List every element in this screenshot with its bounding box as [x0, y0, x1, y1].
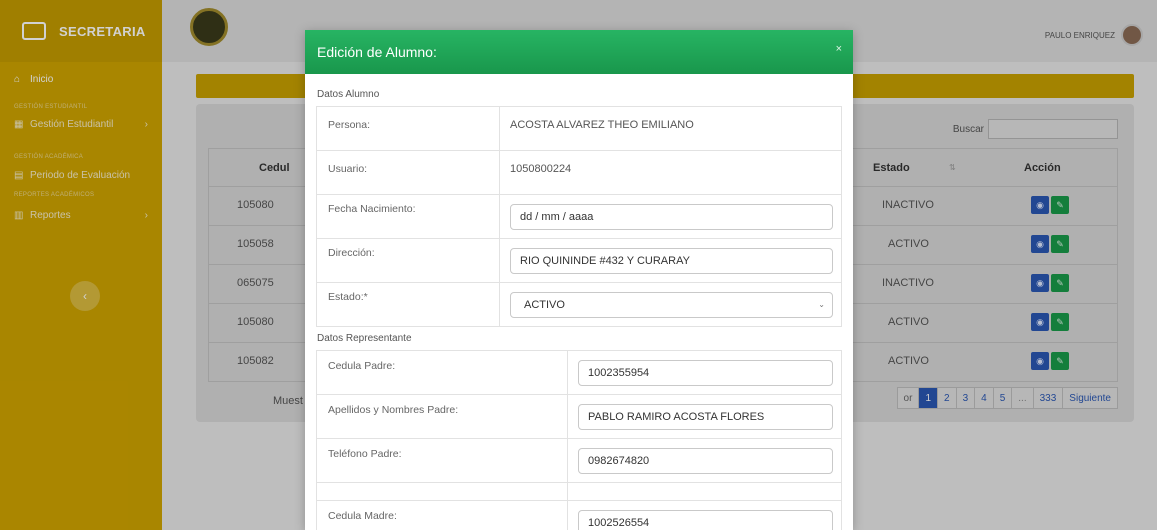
- father-phone-input[interactable]: 0982674820: [578, 448, 833, 474]
- persona-label: Persona:: [328, 119, 371, 131]
- field-row-telefono-padre: Teléfono Padre: 0982674820: [317, 439, 841, 483]
- field-row-fecha: Fecha Nacimiento: dd / mm / aaaa: [317, 195, 841, 239]
- field-row-persona: Persona: ACOSTA ALVAREZ THEO EMILIANO: [317, 107, 841, 151]
- field-row-spacer: [317, 483, 841, 501]
- field-row-cedula-madre: Cedula Madre: 1002526554: [317, 501, 841, 530]
- usuario-value: 1050800224: [510, 163, 572, 175]
- edit-student-modal: Edición de Alumno: × Datos Alumno Person…: [305, 30, 853, 530]
- field-row-cedula-padre: Cedula Padre: 1002355954: [317, 351, 841, 395]
- estado-label: Estado:*: [328, 291, 368, 303]
- field-row-nombres-padre: Apellidos y Nombres Padre: PABLO RAMIRO …: [317, 395, 841, 439]
- field-row-usuario: Usuario: 1050800224: [317, 151, 841, 195]
- representante-fields: Cedula Padre: 1002355954 Apellidos y Nom…: [316, 351, 842, 530]
- birthdate-input[interactable]: dd / mm / aaaa: [510, 204, 833, 230]
- section-title-alumno: Datos Alumno: [316, 83, 842, 107]
- address-value: RIO QUININDE #432 Y CURARAY: [520, 255, 690, 267]
- field-row-estado: Estado:* ACTIVO ⌄: [317, 283, 841, 327]
- usuario-label: Usuario:: [328, 163, 368, 175]
- direccion-label: Dirección:: [328, 247, 375, 259]
- father-id-input[interactable]: 1002355954: [578, 360, 833, 386]
- alumno-fields: Persona: ACOSTA ALVAREZ THEO EMILIANO Us…: [316, 107, 842, 327]
- status-value: ACTIVO: [524, 299, 565, 311]
- fecha-label: Fecha Nacimiento:: [328, 203, 416, 215]
- mother-id-value: 1002526554: [588, 517, 650, 529]
- telefono-padre-label: Teléfono Padre:: [328, 448, 402, 460]
- cedula-madre-label: Cedula Madre:: [328, 510, 397, 522]
- close-icon[interactable]: ×: [836, 43, 842, 55]
- field-row-direccion: Dirección: RIO QUININDE #432 Y CURARAY: [317, 239, 841, 283]
- nombres-padre-label: Apellidos y Nombres Padre:: [328, 404, 459, 416]
- modal-body: Datos Alumno Persona: ACOSTA ALVAREZ THE…: [316, 83, 842, 530]
- father-name-value: PABLO RAMIRO ACOSTA FLORES: [588, 411, 765, 423]
- persona-value: ACOSTA ALVAREZ THEO EMILIANO: [510, 119, 694, 131]
- father-name-input[interactable]: PABLO RAMIRO ACOSTA FLORES: [578, 404, 833, 430]
- status-select[interactable]: ACTIVO ⌄: [510, 292, 833, 318]
- chevron-down-icon: ⌄: [818, 300, 825, 309]
- cedula-padre-label: Cedula Padre:: [328, 360, 396, 372]
- father-phone-value: 0982674820: [588, 455, 650, 467]
- father-id-value: 1002355954: [588, 367, 650, 379]
- address-input[interactable]: RIO QUININDE #432 Y CURARAY: [510, 248, 833, 274]
- modal-header: Edición de Alumno: ×: [305, 30, 853, 74]
- section-title-representante: Datos Representante: [316, 327, 842, 351]
- modal-title: Edición de Alumno:: [317, 44, 437, 60]
- birthdate-value: dd / mm / aaaa: [520, 211, 594, 223]
- mother-id-input[interactable]: 1002526554: [578, 510, 833, 530]
